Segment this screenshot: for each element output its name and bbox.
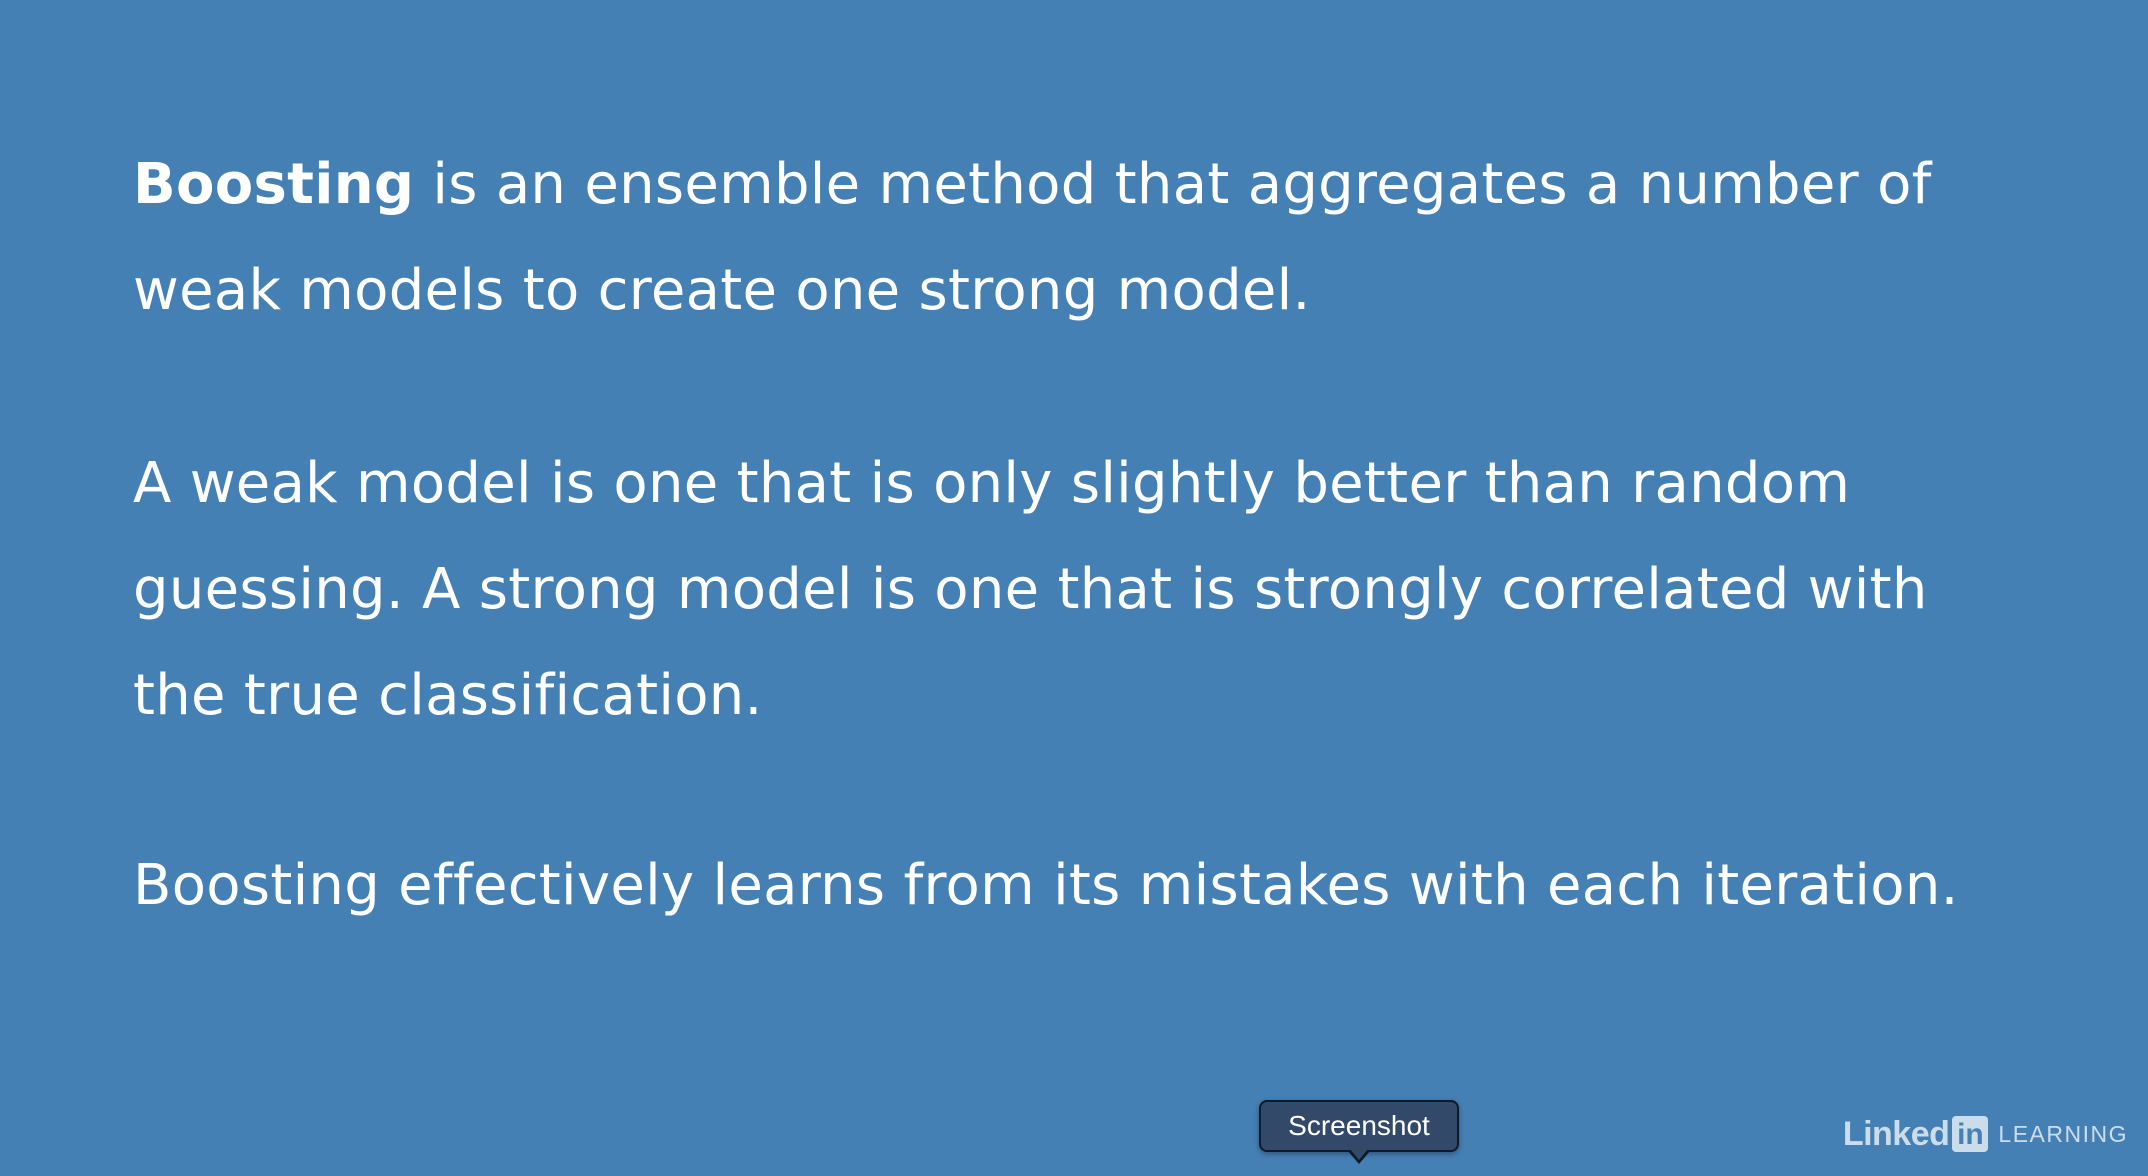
paragraph-line: guessing. A strong model is one that is … xyxy=(133,557,1928,622)
screenshot-tooltip: Screenshot xyxy=(1259,1100,1459,1152)
paragraph-weak-strong-model: A weak model is one that is only slightl… xyxy=(133,431,1928,749)
slide-canvas: Boosting is an ensemble method that aggr… xyxy=(0,0,2148,1176)
paragraph-line: Boosting effectively learns from its mis… xyxy=(133,853,1959,918)
paragraph-learns-from-mistakes: Boosting effectively learns from its mis… xyxy=(133,833,1959,939)
linkedin-in-icon: in xyxy=(1952,1116,1989,1152)
paragraph-line: weak models to create one strong model. xyxy=(133,258,1311,323)
line-text: is an ensemble method that aggregates a … xyxy=(414,152,1932,217)
paragraph-line: A weak model is one that is only slightl… xyxy=(133,451,1851,516)
linkedin-learning-logo: Linked in LEARNING xyxy=(1843,1114,2128,1154)
tooltip-arrow-inner xyxy=(1350,1149,1368,1160)
brand-learning-text: LEARNING xyxy=(1998,1120,2128,1147)
paragraph-line: Boosting is an ensemble method that aggr… xyxy=(133,132,1932,238)
paragraph-boosting-definition: Boosting is an ensemble method that aggr… xyxy=(133,132,1932,344)
bold-term: Boosting xyxy=(133,152,415,217)
brand-linked-text: Linked xyxy=(1842,1114,1950,1153)
paragraph-line: the true classification. xyxy=(133,663,763,728)
